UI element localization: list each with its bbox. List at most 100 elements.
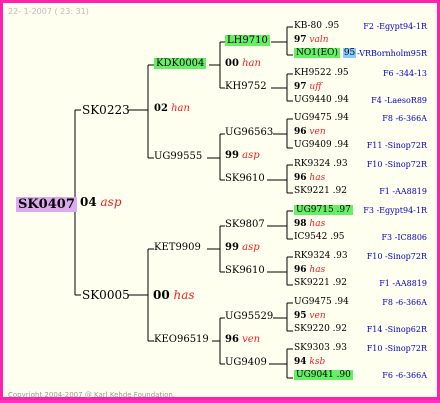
ss-mark: han: [171, 103, 190, 114]
gen4-right-bottom-label: F14 -Sinop62R: [366, 325, 427, 334]
gen4-year: 96: [294, 127, 307, 137]
dam-name[interactable]: SK0005: [82, 288, 130, 302]
gen4-info: 97 valn: [294, 35, 329, 45]
gen4-bottom-pigeon[interactable]: SK9221 .92: [294, 186, 347, 196]
ss-info: 02 han: [154, 103, 190, 114]
gen4-right-bottom-label: F3 -IC8806: [381, 233, 427, 242]
subject-pigeon[interactable]: SK0407: [16, 193, 77, 212]
gen4-right-top: F8 -6-366A: [382, 298, 427, 307]
gen4-right-bottom-label: F4 -LaesoR89: [371, 96, 427, 105]
gen4-mark: has: [309, 219, 326, 229]
gen4-top-label: RK9324 .93: [294, 251, 348, 261]
sdd-mark: asp: [242, 150, 260, 161]
gen4-bottom-label: SK9221 .92: [294, 186, 347, 196]
subject-year: 04: [80, 195, 97, 209]
ssd-name[interactable]: KH9752: [225, 81, 267, 92]
gen4-bottom-pigeon[interactable]: UG9041 .90: [294, 370, 353, 380]
subject-mark: asp: [100, 195, 122, 209]
gen4-bottom-label: UG9041 .90: [294, 370, 353, 380]
gen4-right-top: F10 -Sinop72R: [367, 344, 427, 353]
gen4-info: 96 has: [294, 173, 325, 183]
subject-info: 04 asp: [80, 195, 122, 209]
gen4-right-top: F2 -Egypt94-1R: [363, 22, 427, 31]
gen4-right-bottom-label: F1 -AA8819: [379, 187, 427, 196]
gen4-right-top-label: F10 -Sinop72R: [366, 344, 427, 353]
ddd-name[interactable]: UG9409: [225, 357, 267, 368]
sss-name[interactable]: LH9710: [225, 35, 270, 46]
ddd-info: 96 ven: [225, 334, 260, 345]
gen4-mark: uff: [309, 82, 322, 92]
gen4-right-top: F8 -6-366A: [382, 114, 427, 123]
gen4-bottom-pigeon[interactable]: UG9440 .94: [294, 95, 349, 105]
ssd-mark: han: [242, 58, 261, 69]
gen4-right-bottom: F3 -IC8806: [381, 233, 427, 242]
gen4-top-label: KB-80 .95: [294, 21, 340, 31]
gen4-right-top-label: F8 -6-366A: [382, 298, 427, 307]
ds-name[interactable]: KET9909: [154, 242, 201, 253]
gen4-mark: ksb: [309, 357, 326, 367]
sdd-year: 99: [225, 150, 239, 161]
gen4-year: 95: [294, 311, 307, 321]
gen4-bottom-pigeon[interactable]: SK9220 .92: [294, 324, 347, 334]
gen4-top-pigeon[interactable]: RK9324 .93: [294, 251, 348, 261]
gen4-mark: has: [309, 265, 326, 275]
gen4-right-bottom: F1 -AA8819: [379, 187, 427, 196]
dsd-mark: asp: [242, 242, 260, 253]
dd-name[interactable]: KEO96519: [154, 334, 209, 345]
dsd-info: 99 asp: [225, 242, 260, 253]
gen4-right-top: F6 -344-13: [383, 69, 427, 78]
gen4-top-pigeon[interactable]: UG9475 .94: [294, 113, 349, 123]
gen4-top-pigeon[interactable]: KH9522 .95: [294, 68, 349, 78]
gen4-info: 97 uff: [294, 82, 322, 92]
ssd-info: 00 han: [225, 58, 261, 69]
gen4-right-top-label: F10 -Sinop72R: [366, 160, 427, 169]
dam-mark: has: [173, 288, 195, 302]
dsd-year: 99: [225, 242, 239, 253]
gen4-year: 97: [294, 82, 307, 92]
gen4-info: 98 has: [294, 219, 325, 229]
sdd-info: 99 asp: [225, 150, 260, 161]
dss-name[interactable]: SK9807: [225, 219, 265, 230]
sire-name[interactable]: SK0223: [82, 103, 130, 117]
sd-name[interactable]: UG99555: [154, 151, 202, 162]
gen4-top-label: UG9475 .94: [294, 297, 349, 307]
gen4-year: 97: [294, 35, 307, 45]
gen4-top-pigeon[interactable]: KB-80 .95: [294, 21, 339, 31]
ddd-mark: ven: [242, 334, 261, 345]
gen4-mark: ven: [309, 311, 326, 321]
gen4-mark: valn: [309, 35, 329, 45]
sdd-name[interactable]: SK9610: [225, 173, 265, 184]
gen4-right-top: F3 -Egypt94-1R: [363, 206, 427, 215]
gen4-right-top: F10 -Sinop72R: [367, 252, 427, 261]
gen4-right-top-label: F3 -Egypt94-1R: [363, 206, 427, 215]
gen4-top-pigeon[interactable]: UG9475 .94: [294, 297, 349, 307]
gen4-right-top-label: F10 -Sinop72R: [366, 252, 427, 261]
sss-name-label: LH9710: [225, 35, 270, 46]
dds-name[interactable]: UG95529: [225, 311, 273, 322]
gen4-info: 96 has: [294, 265, 325, 275]
gen4-bottom-pigeon[interactable]: IC9542 .95: [294, 232, 345, 242]
gen4-right-bottom: F14 -Sinop62R: [367, 325, 427, 334]
gen4-bottom-pigeon[interactable]: UG9409 .94: [294, 140, 349, 150]
sds-name[interactable]: UG96563: [225, 127, 273, 138]
gen4-right-bottom-label: F11 -Sinop72R: [366, 141, 427, 150]
gen4-bottom-pigeon[interactable]: NO1(EO) 95: [294, 48, 357, 58]
ss-name-label: KDK0004: [154, 58, 207, 69]
ss-name[interactable]: KDK0004: [154, 58, 207, 69]
gen4-right-top-label: F2 -Egypt94-1R: [363, 22, 427, 31]
gen4-top-pigeon[interactable]: UG9715 .97: [294, 205, 353, 215]
gen4-right-bottom-label: F6 -6-366A: [382, 371, 427, 380]
gen4-right-top: F10 -Sinop72R: [367, 160, 427, 169]
gen4-top-pigeon[interactable]: SK9303 .93: [294, 343, 347, 353]
gen4-top-label: KH9522 .95: [294, 68, 349, 78]
gen4-bottom-label: UG9409 .94: [294, 140, 349, 150]
gen4-right-top-label: F8 -6-366A: [382, 114, 427, 123]
gen4-right-bottom: F11 -Sinop72R: [367, 141, 427, 150]
gen4-top-pigeon[interactable]: RK9324 .93: [294, 159, 348, 169]
gen4-right-bottom: F1 -AA8819: [379, 279, 427, 288]
dsd-name[interactable]: SK9610: [225, 265, 265, 276]
gen4-right-bottom: -VRBornholm95R: [357, 49, 427, 58]
gen4-year: 98: [294, 219, 307, 229]
copyright: Copyright 2004-2007 @ Karl Kehde Foundat…: [8, 391, 176, 399]
gen4-bottom-pigeon[interactable]: SK9221 .92: [294, 278, 347, 288]
